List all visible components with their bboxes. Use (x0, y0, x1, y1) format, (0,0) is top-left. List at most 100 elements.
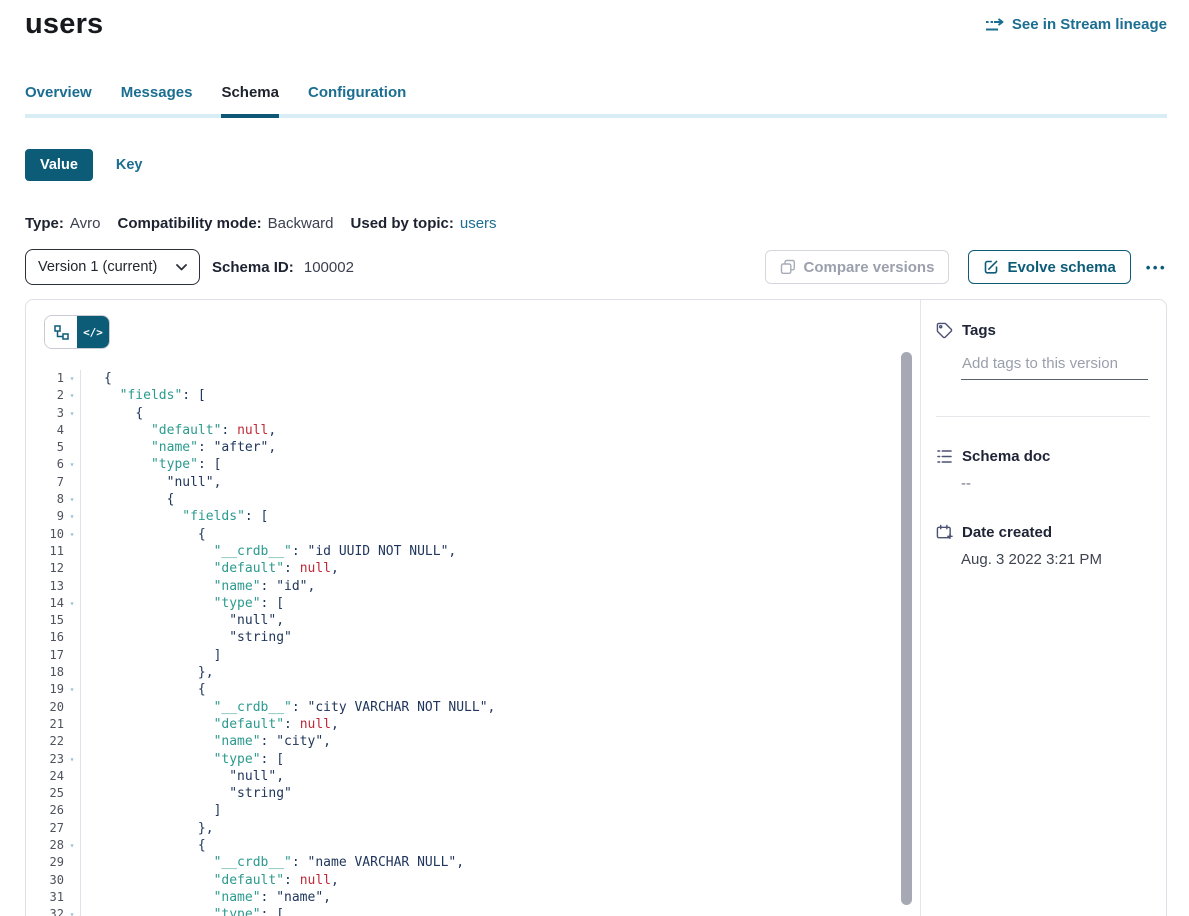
stream-lineage-label: See in Stream lineage (1012, 16, 1167, 33)
compare-versions-button[interactable]: Compare versions (765, 250, 950, 284)
code-text: "null", (80, 768, 920, 785)
fold-triangle-icon[interactable]: ▾ (64, 751, 80, 768)
fold-spacer (64, 802, 80, 819)
fold-triangle-icon[interactable]: ▾ (64, 526, 80, 543)
fold-triangle-icon[interactable]: ▾ (64, 681, 80, 698)
tag-icon (936, 322, 953, 339)
version-bar: Version 1 (current) Schema ID: 100002 Co… (25, 249, 1167, 285)
version-select[interactable]: Version 1 (current) (25, 249, 200, 285)
schema-doc-value: -- (961, 475, 1150, 492)
fold-spacer (64, 664, 80, 681)
chevron-down-icon (176, 264, 187, 271)
page-header: users See in Stream lineage (25, 0, 1167, 42)
code-text: ] (80, 647, 920, 664)
code-text: ] (80, 802, 920, 819)
code-line: 3▾ { (26, 405, 920, 422)
code-line: 5 "name": "after", (26, 439, 920, 456)
code-text: }, (80, 820, 920, 837)
code-scrollbar[interactable] (901, 352, 912, 905)
tab-configuration[interactable]: Configuration (308, 84, 406, 114)
editor-mode-toggle: </> (44, 315, 110, 349)
fold-spacer (64, 785, 80, 802)
tab-schema[interactable]: Schema (221, 84, 279, 114)
line-number: 32 (26, 906, 64, 916)
schema-meta-row: Type: Avro Compatibility mode: Backward … (25, 215, 1167, 232)
line-number: 4 (26, 422, 64, 439)
tab-underline-track (25, 114, 1167, 118)
code-text: "name": "after", (80, 439, 920, 456)
fold-spacer (64, 820, 80, 837)
line-number: 14 (26, 595, 64, 612)
fold-triangle-icon[interactable]: ▾ (64, 906, 80, 916)
key-toggle-button[interactable]: Key (116, 157, 143, 173)
code-line: 18 }, (26, 664, 920, 681)
fold-triangle-icon[interactable]: ▾ (64, 837, 80, 854)
tags-section-heading: Tags (936, 322, 1150, 339)
code-line: 22 "name": "city", (26, 733, 920, 750)
line-number: 21 (26, 716, 64, 733)
code-text: "null", (80, 474, 920, 491)
stream-lineage-icon (985, 18, 1005, 32)
tree-view-icon (54, 325, 69, 340)
code-text: }, (80, 664, 920, 681)
line-number: 23 (26, 751, 64, 768)
more-options-button[interactable]: ••• (1146, 260, 1167, 275)
code-line: 31 "name": "name", (26, 889, 920, 906)
value-toggle-button[interactable]: Value (25, 149, 93, 181)
evolve-schema-label: Evolve schema (1007, 259, 1115, 276)
fold-triangle-icon[interactable]: ▾ (64, 405, 80, 422)
schema-sidebar: Tags Schema doc -- (921, 300, 1166, 916)
code-text: "string" (80, 785, 920, 802)
code-text: { (80, 681, 920, 698)
code-line: 30 "default": null, (26, 872, 920, 889)
code-editor[interactable]: 1▾{2▾ "fields": [3▾ {4 "default": null,5… (26, 349, 920, 916)
date-created-heading: Date created (936, 524, 1150, 541)
line-number: 28 (26, 837, 64, 854)
code-text: { (80, 837, 920, 854)
code-line: 27 }, (26, 820, 920, 837)
add-tags-input[interactable] (961, 355, 1148, 380)
evolve-schema-button[interactable]: Evolve schema (968, 250, 1130, 284)
fold-spacer (64, 543, 80, 560)
version-select-value: Version 1 (current) (38, 259, 157, 275)
schema-id: Schema ID: 100002 (212, 259, 371, 276)
code-line: 20 "__crdb__": "city VARCHAR NOT NULL", (26, 699, 920, 716)
code-view-button[interactable]: </> (77, 316, 109, 348)
fold-spacer (64, 629, 80, 646)
fold-triangle-icon[interactable]: ▾ (64, 491, 80, 508)
line-number: 8 (26, 491, 64, 508)
code-text: "name": "name", (80, 889, 920, 906)
line-number: 31 (26, 889, 64, 906)
schema-id-value: 100002 (304, 259, 354, 276)
topic-link[interactable]: users (460, 215, 497, 232)
line-number: 20 (26, 699, 64, 716)
schema-panel: </> 1▾{2▾ "fields": [3▾ {4 "default": nu… (25, 299, 1167, 916)
fold-triangle-icon[interactable]: ▾ (64, 387, 80, 404)
tab-overview[interactable]: Overview (25, 84, 92, 114)
code-text: "string" (80, 629, 920, 646)
line-number: 10 (26, 526, 64, 543)
schema-doc-heading-label: Schema doc (962, 448, 1050, 465)
fold-triangle-icon[interactable]: ▾ (64, 370, 80, 387)
stream-lineage-link[interactable]: See in Stream lineage (985, 16, 1167, 33)
code-text: "type": [ (80, 595, 920, 612)
code-text: "default": null, (80, 716, 920, 733)
fold-spacer (64, 560, 80, 577)
date-created-value: Aug. 3 2022 3:21 PM (961, 551, 1150, 568)
code-text: "null", (80, 612, 920, 629)
line-number: 27 (26, 820, 64, 837)
schema-doc-heading: Schema doc (936, 448, 1150, 465)
fold-triangle-icon[interactable]: ▾ (64, 595, 80, 612)
code-line: 11 "__crdb__": "id UUID NOT NULL", (26, 543, 920, 560)
line-number: 25 (26, 785, 64, 802)
calendar-plus-icon (936, 524, 953, 541)
line-number: 22 (26, 733, 64, 750)
line-number: 12 (26, 560, 64, 577)
fold-triangle-icon[interactable]: ▾ (64, 508, 80, 525)
tree-view-button[interactable] (45, 316, 77, 348)
line-number: 1 (26, 370, 64, 387)
tab-messages[interactable]: Messages (121, 84, 193, 114)
code-line: 24 "null", (26, 768, 920, 785)
fold-triangle-icon[interactable]: ▾ (64, 456, 80, 473)
line-number: 26 (26, 802, 64, 819)
